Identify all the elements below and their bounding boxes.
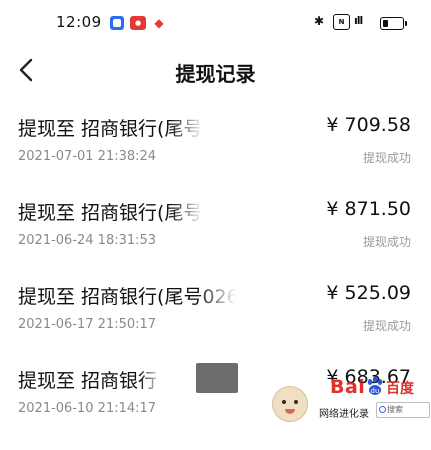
status-bar: 12:09 ● ◆ ✱ N ıll	[0, 0, 431, 48]
record-amount: ¥ 871.50	[326, 198, 411, 220]
redaction-block	[196, 363, 238, 393]
withdrawal-record[interactable]: 提现至 招商银行(尾号 ¥ 871.50 2021-06-24 18:31:53…	[0, 194, 431, 282]
record-status: 提现成功	[362, 151, 411, 165]
app-red-diamond-icon: ◆	[152, 16, 166, 30]
watermark-search-label: 搜索	[376, 402, 430, 418]
watermark-subtitle: 网络进化录	[317, 404, 371, 421]
battery-icon	[380, 17, 407, 30]
nfc-icon: N	[333, 14, 350, 30]
withdrawal-record[interactable]: 提现至 招商银行(尾号 ¥ 709.58 2021-07-01 21:38:24…	[0, 110, 431, 198]
baidu-watermark: Bai du 百度 网络进化录 搜索	[272, 376, 431, 428]
status-time: 12:09	[56, 13, 102, 31]
signal-icon: ıll	[354, 14, 363, 27]
watermark-brand: Bai	[330, 376, 366, 398]
nav-bar: 提现记录	[0, 48, 431, 92]
page-title: 提现记录	[175, 62, 256, 86]
withdrawal-record[interactable]: 提现至 招商银行(尾号0267) ¥ 525.09 2021-06-17 21:…	[0, 278, 431, 366]
record-date: 2021-06-17 21:50:17	[18, 317, 157, 332]
record-date: 2021-07-01 21:38:24	[18, 149, 157, 164]
record-status: 提现成功	[362, 235, 411, 249]
redaction-fade	[170, 112, 230, 138]
svg-text:du: du	[371, 387, 380, 395]
baidu-paw-icon: du	[367, 376, 383, 395]
record-status: 提现成功	[362, 319, 411, 333]
record-amount: ¥ 525.09	[326, 282, 411, 304]
redaction-fade	[170, 196, 230, 222]
redaction-fade	[140, 364, 180, 390]
record-amount: ¥ 709.58	[326, 114, 411, 136]
record-date: 2021-06-24 18:31:53	[18, 233, 157, 248]
watermark-brand-suffix: 百度	[386, 381, 414, 397]
bluetooth-icon: ✱	[314, 14, 325, 28]
app-red-badge-icon: ●	[130, 16, 146, 30]
mascot-icon	[272, 386, 308, 422]
record-title: 提现至 招商银行	[18, 370, 158, 392]
record-date: 2021-06-10 21:14:17	[18, 401, 157, 416]
redaction-fade	[196, 280, 270, 306]
app-blue-icon	[110, 16, 124, 30]
